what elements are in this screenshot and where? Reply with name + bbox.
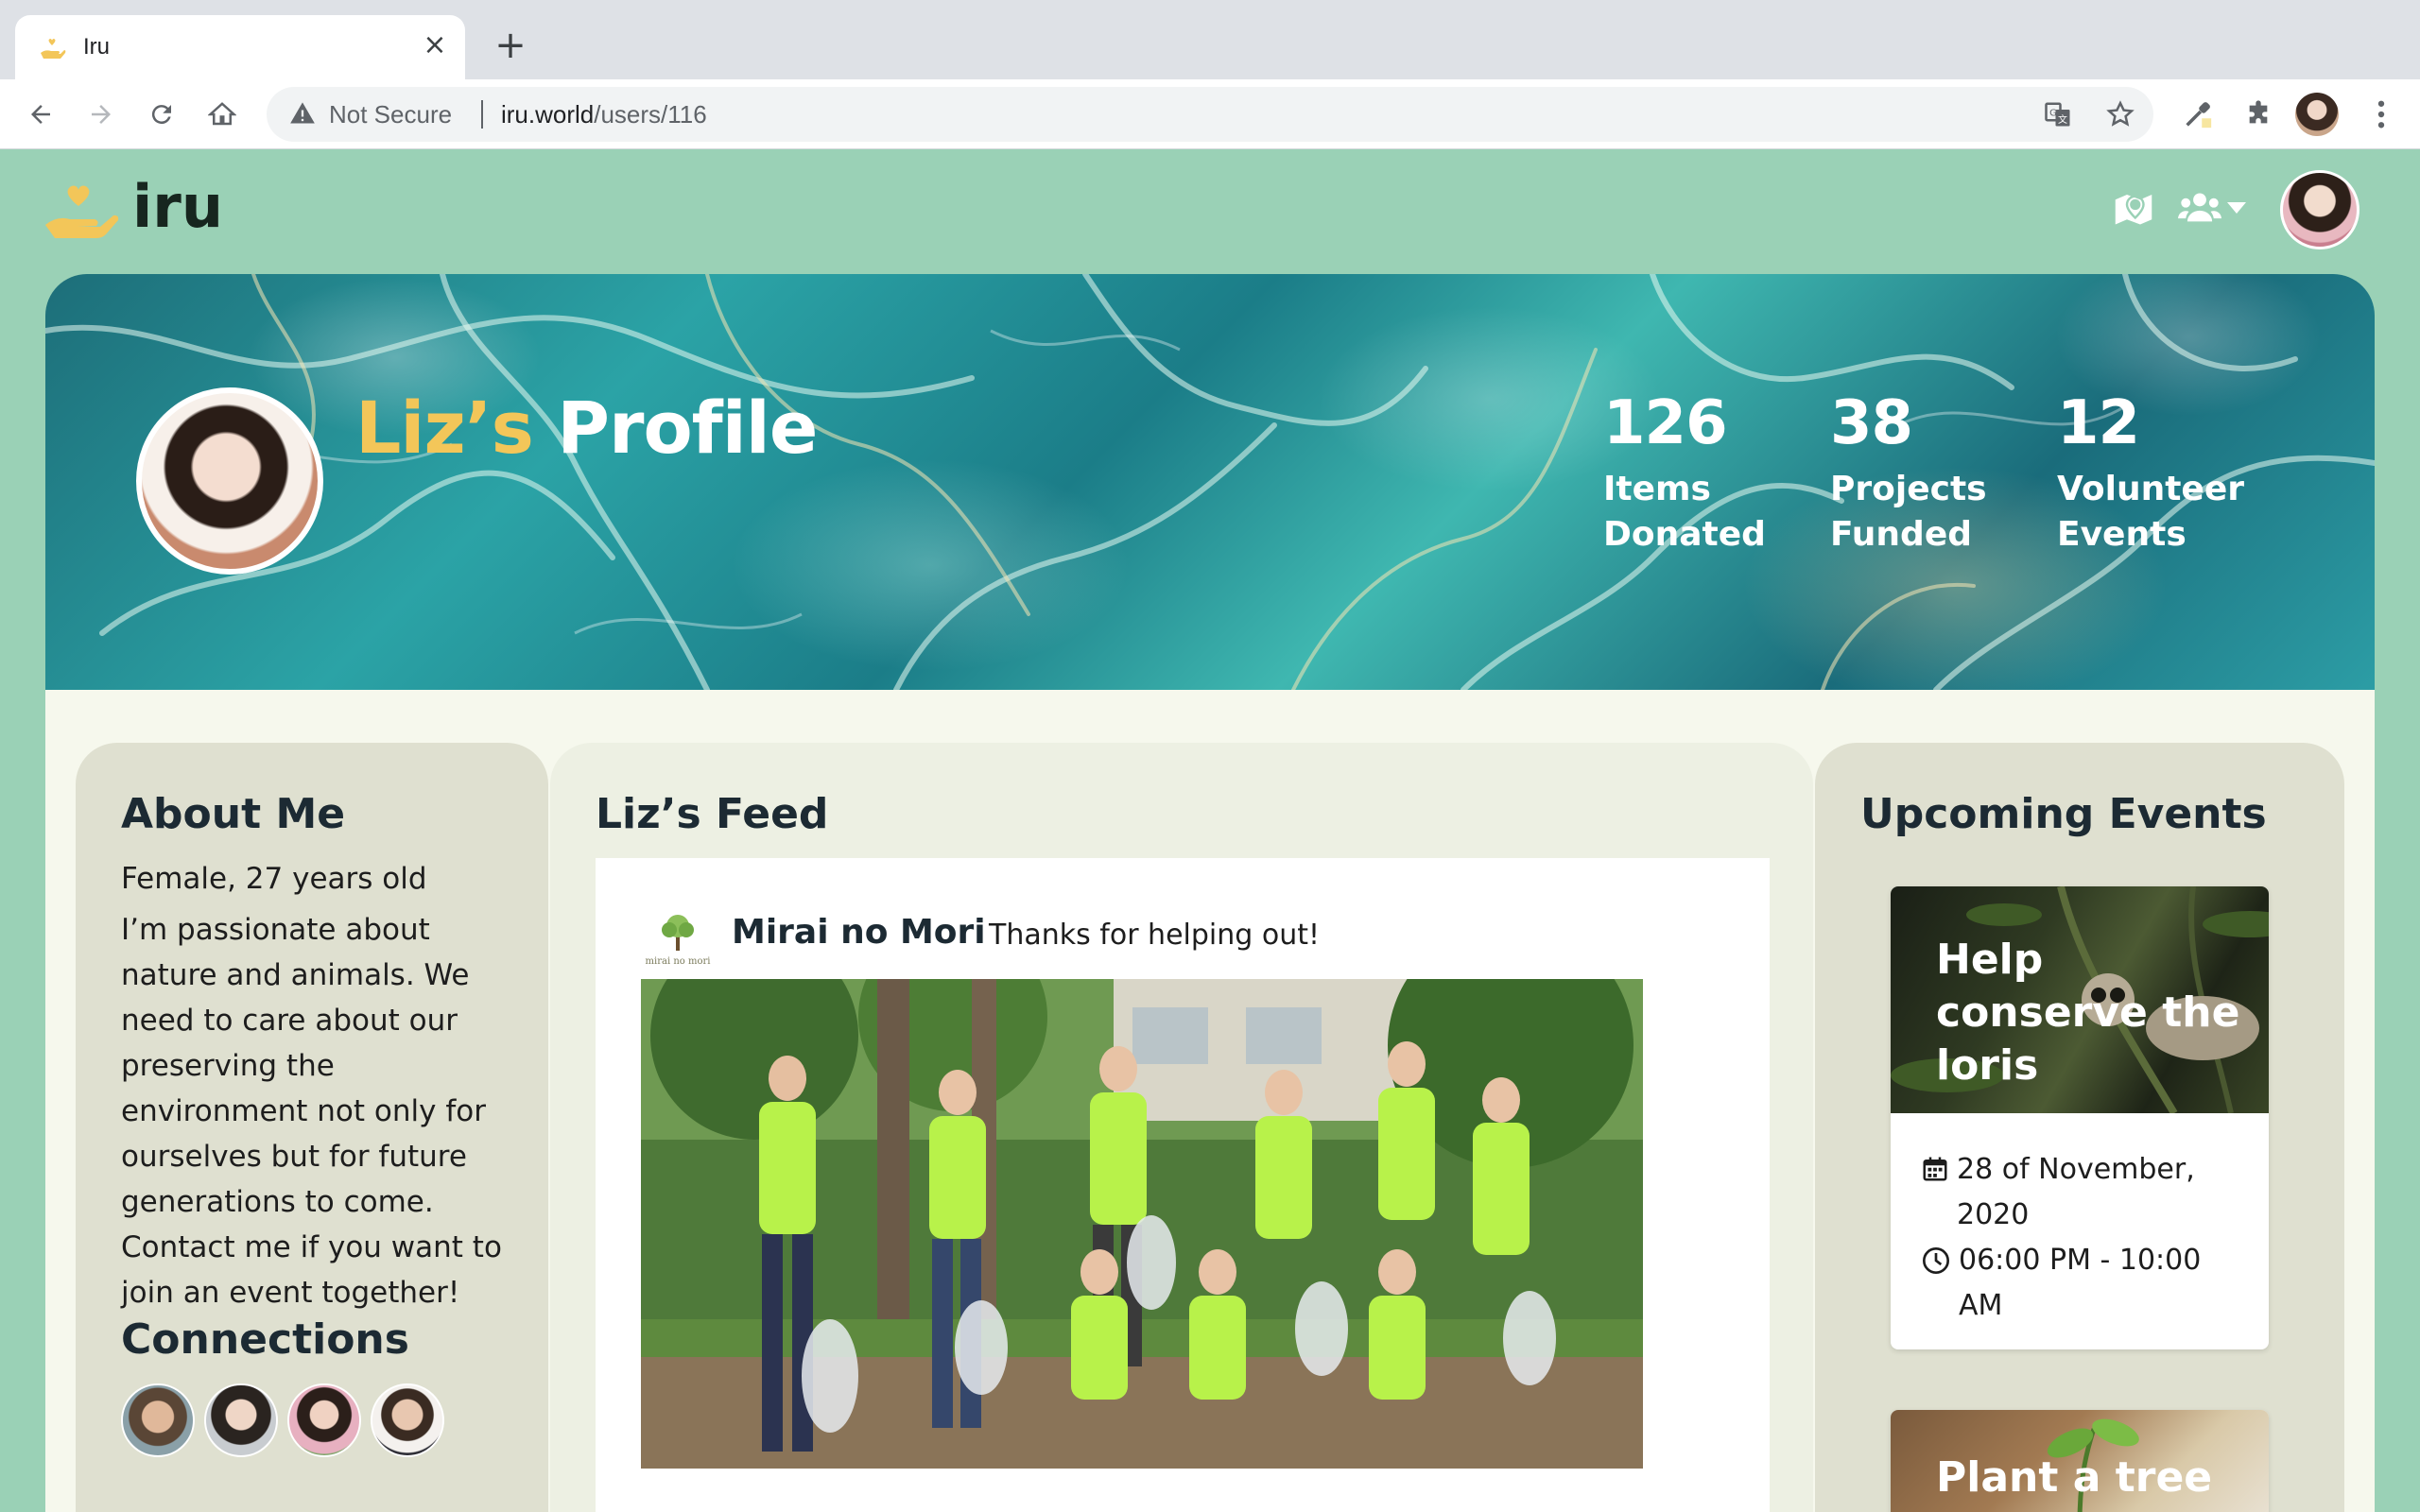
stat-label: Projects Funded bbox=[1830, 470, 1987, 554]
event-card[interactable]: Help conserve the loris 28 of November, … bbox=[1891, 886, 2269, 1349]
profile-avatar bbox=[136, 387, 323, 575]
feed-org-name[interactable]: Mirai no Mori bbox=[732, 913, 986, 952]
event-date: 28 of November, 2020 bbox=[1921, 1147, 2242, 1238]
back-icon[interactable] bbox=[21, 94, 60, 134]
event-time: 06:00 PM - 10:00 AM bbox=[1921, 1238, 2242, 1329]
connection-avatar[interactable] bbox=[287, 1383, 361, 1457]
connection-avatar[interactable] bbox=[371, 1383, 444, 1457]
water-texture bbox=[45, 274, 2375, 690]
event-image: Help conserve the loris bbox=[1891, 886, 2269, 1113]
address-divider bbox=[481, 100, 483, 129]
event-title[interactable]: Help conserve the loris bbox=[1936, 934, 2248, 1092]
calendar-icon bbox=[1923, 1157, 1947, 1181]
bookmark-star-icon[interactable] bbox=[2104, 98, 2136, 130]
iru-logo-icon[interactable] bbox=[43, 176, 121, 244]
stat-value: 12 bbox=[2057, 388, 2140, 458]
reload-icon[interactable] bbox=[142, 94, 182, 134]
profile-title: Liz’s Profile bbox=[355, 386, 818, 470]
browser-toolbar: Not Secure iru.world/users/116 文G bbox=[0, 79, 2420, 149]
events-heading: Upcoming Events bbox=[1860, 790, 2267, 838]
stat-projects-funded: 38 Projects Funded bbox=[1830, 387, 2019, 558]
event-card[interactable]: Plant a tree bbox=[1891, 1410, 2269, 1512]
stat-items-donated: 126 Items Donated bbox=[1603, 387, 1792, 558]
org-logo-tree-icon[interactable]: mirai no mori bbox=[641, 909, 715, 970]
extensions-puzzle-icon[interactable] bbox=[2238, 94, 2278, 134]
about-heading: About Me bbox=[121, 790, 346, 838]
url-host: iru.world bbox=[501, 100, 595, 129]
translate-icon[interactable]: 文G bbox=[2042, 98, 2074, 130]
browser-menu-icon[interactable] bbox=[2361, 94, 2401, 134]
warning-icon[interactable] bbox=[289, 100, 316, 127]
eyedropper-extension-icon[interactable] bbox=[2178, 94, 2218, 134]
user-avatar[interactable] bbox=[2280, 170, 2360, 249]
chevron-down-icon[interactable] bbox=[2227, 202, 2246, 214]
connections-heading: Connections bbox=[121, 1315, 409, 1364]
svg-text:文: 文 bbox=[2058, 113, 2067, 126]
site-logo-text[interactable]: iru bbox=[132, 172, 223, 241]
event-time-text: 06:00 PM - 10:00 AM bbox=[1959, 1244, 2202, 1322]
forward-icon[interactable] bbox=[81, 94, 121, 134]
org-logo-text: mirai no mori bbox=[646, 956, 711, 967]
event-title[interactable]: Plant a tree bbox=[1936, 1452, 2257, 1504]
event-date-text: 28 of November, 2020 bbox=[1957, 1153, 2195, 1231]
about-bio: I’m passionate about nature and animals.… bbox=[121, 913, 502, 1310]
stat-value: 38 bbox=[1830, 388, 1913, 458]
stat-value: 126 bbox=[1603, 388, 1728, 458]
stat-volunteer-events: 12 Volunteer Events bbox=[2057, 387, 2246, 558]
feed-heading: Liz’s Feed bbox=[596, 790, 829, 838]
security-label[interactable]: Not Secure bbox=[329, 100, 452, 129]
new-tab-icon[interactable]: + bbox=[490, 25, 531, 66]
address-bar[interactable]: Not Secure iru.world/users/116 文G bbox=[267, 87, 2153, 142]
url-path: /users/116 bbox=[594, 100, 707, 129]
connection-avatar[interactable] bbox=[204, 1383, 278, 1457]
feed-post-message: Thanks for helping out! bbox=[989, 919, 1320, 952]
profile-title-suffix: Profile bbox=[532, 386, 818, 470]
map-icon[interactable] bbox=[2114, 189, 2153, 227]
stat-label: Volunteer Events bbox=[2057, 470, 2245, 554]
url-text[interactable]: iru.world/users/116 bbox=[501, 100, 707, 129]
tab-title: Iru bbox=[83, 34, 111, 60]
feed-post-photo[interactable] bbox=[641, 979, 1643, 1469]
connection-avatar[interactable] bbox=[121, 1383, 195, 1457]
profile-hero-banner: Liz’s Profile 126 Items Donated 38 Proje… bbox=[45, 274, 2375, 690]
clock-icon bbox=[1923, 1247, 1949, 1274]
iru-favicon-icon bbox=[41, 39, 66, 59]
browser-profile-avatar[interactable] bbox=[2295, 93, 2339, 136]
profile-name: Liz’s bbox=[355, 386, 534, 470]
close-tab-icon[interactable]: × bbox=[418, 28, 452, 62]
event-image: Plant a tree bbox=[1891, 1410, 2269, 1512]
home-icon[interactable] bbox=[202, 94, 242, 134]
browser-tab-strip: Iru × + bbox=[0, 0, 2420, 79]
svg-text:G: G bbox=[2049, 108, 2057, 118]
about-demographics: Female, 27 years old bbox=[121, 862, 427, 896]
community-users-icon[interactable] bbox=[2178, 189, 2221, 223]
stat-label: Items Donated bbox=[1603, 470, 1766, 554]
browser-tab[interactable]: Iru × bbox=[15, 15, 465, 79]
